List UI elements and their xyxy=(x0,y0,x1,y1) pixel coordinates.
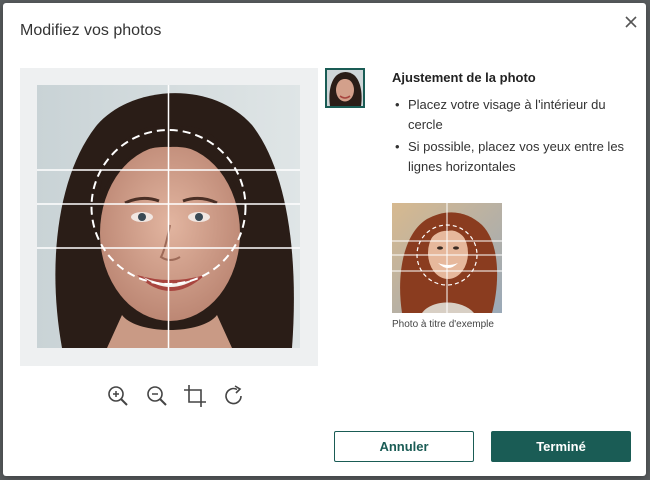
example-photo xyxy=(392,203,502,313)
rotate-icon[interactable] xyxy=(221,383,247,409)
close-icon[interactable] xyxy=(621,12,641,32)
guidance-heading: Ajustement de la photo xyxy=(392,70,536,85)
tip-item: Si possible, placez vos yeux entre les l… xyxy=(392,137,637,177)
example-caption: Photo à titre d'exemple xyxy=(392,319,494,330)
editor-toolbar xyxy=(103,383,253,409)
zoom-out-icon[interactable] xyxy=(144,383,170,409)
done-button[interactable]: Terminé xyxy=(491,431,631,462)
cancel-button[interactable]: Annuler xyxy=(334,431,474,462)
photo-editor[interactable] xyxy=(20,68,318,366)
profile-photo[interactable] xyxy=(37,85,300,348)
guidance-tips: Placez votre visage à l'intérieur du cer… xyxy=(392,95,637,179)
crop-icon[interactable] xyxy=(182,383,208,409)
zoom-in-icon[interactable] xyxy=(105,383,131,409)
tip-item: Placez votre visage à l'intérieur du cer… xyxy=(392,95,637,135)
edit-photo-dialog: Modifiez vos photos Ajustement de la pho… xyxy=(3,3,646,476)
photo-thumbnail[interactable] xyxy=(325,68,365,108)
dialog-title: Modifiez vos photos xyxy=(20,22,162,39)
